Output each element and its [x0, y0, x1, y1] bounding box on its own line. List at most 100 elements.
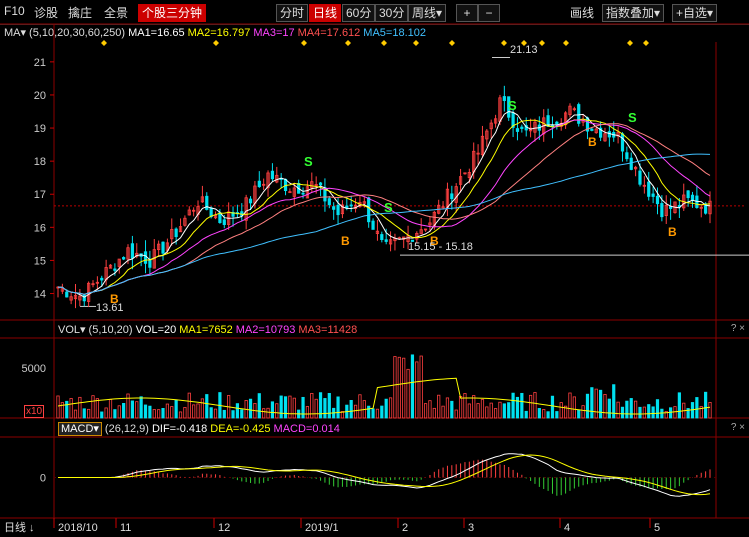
volume-bar [502, 403, 506, 419]
volume-bar [56, 395, 60, 419]
candle-body [590, 128, 594, 131]
volume-bar [599, 389, 603, 419]
volume-bar [349, 400, 353, 419]
volume-bar [117, 405, 121, 419]
chart-canvas[interactable]: 21 20 19 18 17 16 15 14 5000 0 2018/10 11 12 2019/1 2 3… [0, 0, 749, 537]
volume-bar [493, 408, 498, 419]
volume-bar [157, 409, 161, 419]
volume-bar [423, 403, 428, 419]
volume-bar [205, 394, 209, 419]
candle-body [515, 128, 520, 132]
ma-line [57, 153, 711, 295]
x-tick-label: 5 [654, 522, 660, 534]
candle-body [651, 193, 655, 197]
macd-bars [58, 453, 711, 497]
volume-bar [638, 406, 642, 419]
dif-line [58, 453, 711, 497]
volume-bar [458, 396, 463, 419]
candle-body [367, 197, 371, 223]
candle-body [327, 198, 331, 206]
volume-bar [572, 396, 576, 419]
volume-bar [485, 406, 489, 419]
volume-bar [489, 402, 493, 419]
high-price-annotation: 21.13 [510, 44, 538, 56]
volume-bar [135, 401, 139, 419]
candle-body [270, 170, 275, 180]
period-label: 日线 ↓ [4, 520, 35, 534]
volume-bar [607, 398, 611, 419]
volume-bar [288, 395, 292, 419]
candle-body [686, 190, 690, 199]
volume-bar [616, 401, 620, 419]
volume-bar [235, 403, 240, 419]
volume-bar [113, 409, 117, 419]
volume-bar [524, 410, 528, 419]
volume-bar [708, 402, 712, 419]
candle-body [318, 182, 323, 186]
candle-body [380, 234, 384, 240]
volume-bar [353, 404, 358, 419]
volume-bar [388, 397, 393, 419]
volume-bar [393, 356, 397, 419]
volume-bars [56, 354, 712, 419]
diamond-marker [643, 40, 649, 46]
volume-bar [200, 398, 205, 419]
volume-bar [498, 401, 502, 419]
volume-bar [196, 403, 200, 419]
diamond-marker [345, 40, 351, 46]
candle-body [161, 241, 165, 254]
volume-bar [87, 408, 91, 419]
volume-bar [240, 409, 244, 419]
candle-body [625, 152, 629, 160]
volume-bar [476, 403, 480, 419]
candle-body [655, 195, 660, 205]
candle-body [450, 193, 454, 200]
candle-body [222, 219, 226, 225]
volume-bar [384, 398, 388, 419]
volume-bar [91, 395, 95, 419]
volume-bar [695, 397, 699, 419]
candle-body [82, 294, 86, 302]
diamond-marker [413, 40, 419, 46]
x-tick-label: 12 [218, 522, 230, 534]
diamond-marker [563, 40, 569, 46]
candles [56, 85, 712, 309]
y-tick-label: 21 [34, 57, 46, 69]
volume-bar [559, 402, 563, 419]
volume-bar [655, 399, 660, 419]
candle-body [660, 203, 664, 218]
volume-bar [301, 396, 305, 419]
volume-bar [660, 408, 664, 419]
volume-bar [594, 388, 598, 419]
volume-bar [178, 411, 183, 419]
dea-line [58, 454, 711, 496]
volume-bar [126, 393, 130, 419]
candle-body [620, 133, 625, 152]
volume-bar [590, 387, 594, 419]
volume-bar [647, 404, 651, 419]
candle-body [100, 277, 104, 281]
volume-bar [367, 405, 371, 419]
sell-signal: S [384, 200, 393, 215]
volume-bar [533, 392, 537, 419]
low-price-annotation: 13.61 [96, 302, 124, 314]
volume-bar [402, 357, 406, 419]
volume-bar [375, 408, 380, 419]
volume-bar [537, 408, 541, 419]
volume-bar [432, 407, 436, 419]
volume-bar [428, 400, 432, 419]
volume-bar [463, 393, 467, 419]
volume-bar [292, 397, 296, 419]
volume-bar [454, 409, 458, 419]
diamond-marker [627, 40, 633, 46]
candle-body [218, 212, 222, 223]
volume-bar [192, 404, 196, 419]
volume-bar [603, 394, 607, 419]
volume-bar [314, 398, 318, 419]
x-tick-label: 2019/1 [305, 522, 339, 534]
volume-bar [327, 393, 331, 419]
volume-bar [380, 405, 384, 419]
volume-bar [634, 400, 638, 419]
macd-y-tick: 0 [40, 473, 46, 485]
volume-bar [467, 403, 471, 419]
